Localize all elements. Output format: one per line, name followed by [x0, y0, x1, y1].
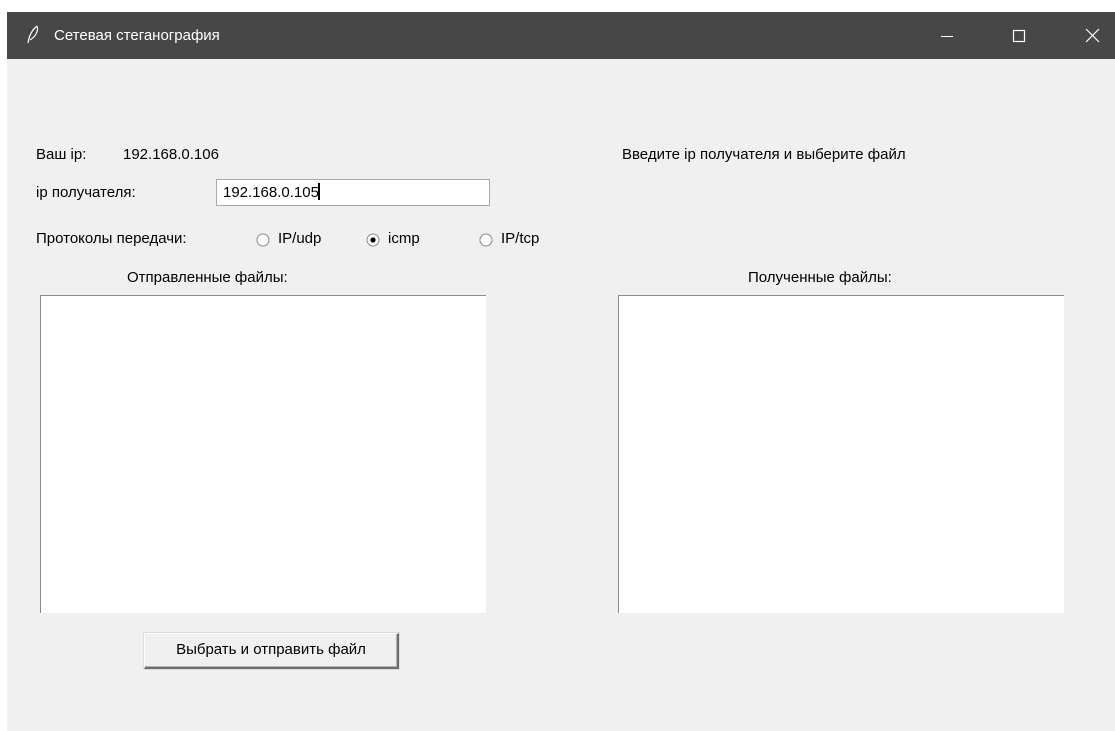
- select-and-send-button[interactable]: Выбрать и отправить файл: [144, 633, 399, 669]
- text-caret: [317, 183, 320, 200]
- your-ip-label: Ваш ip:: [36, 146, 87, 163]
- minimize-button[interactable]: [924, 12, 970, 59]
- radio-icmp-label[interactable]: icmp: [388, 230, 420, 248]
- status-text: Введите ip получателя и выберите файл: [622, 146, 906, 163]
- maximize-icon: [1012, 29, 1026, 42]
- sent-files-list[interactable]: [40, 295, 486, 613]
- minimize-icon: [941, 35, 953, 37]
- recipient-ip-label: ip получателя:: [36, 184, 136, 201]
- radio-udp-label[interactable]: IP/udp: [278, 230, 321, 248]
- title-bar[interactable]: Сетевая стеганография: [7, 12, 1115, 59]
- radio-udp[interactable]: [256, 233, 270, 247]
- protocols-label: Протоколы передачи:: [36, 230, 187, 247]
- recipient-ip-value: 192.168.0.105: [223, 184, 319, 201]
- radio-tcp[interactable]: [479, 233, 493, 247]
- radio-icmp[interactable]: [366, 233, 380, 247]
- close-icon: [1085, 28, 1099, 43]
- sent-files-label: Отправленные файлы:: [127, 269, 288, 286]
- maximize-button[interactable]: [996, 12, 1042, 59]
- window-title: Сетевая стеганография: [54, 27, 220, 44]
- feather-icon: [27, 25, 39, 44]
- recipient-ip-input[interactable]: 192.168.0.105: [216, 179, 490, 206]
- radio-tcp-label[interactable]: IP/tcp: [501, 230, 539, 248]
- app-window: Сетевая стеганография Ваш ip: 192.168.0.…: [7, 12, 1115, 731]
- your-ip-value: 192.168.0.106: [123, 146, 219, 163]
- close-button[interactable]: [1069, 12, 1115, 59]
- received-files-list[interactable]: [618, 295, 1064, 613]
- received-files-label: Полученные файлы:: [748, 269, 892, 286]
